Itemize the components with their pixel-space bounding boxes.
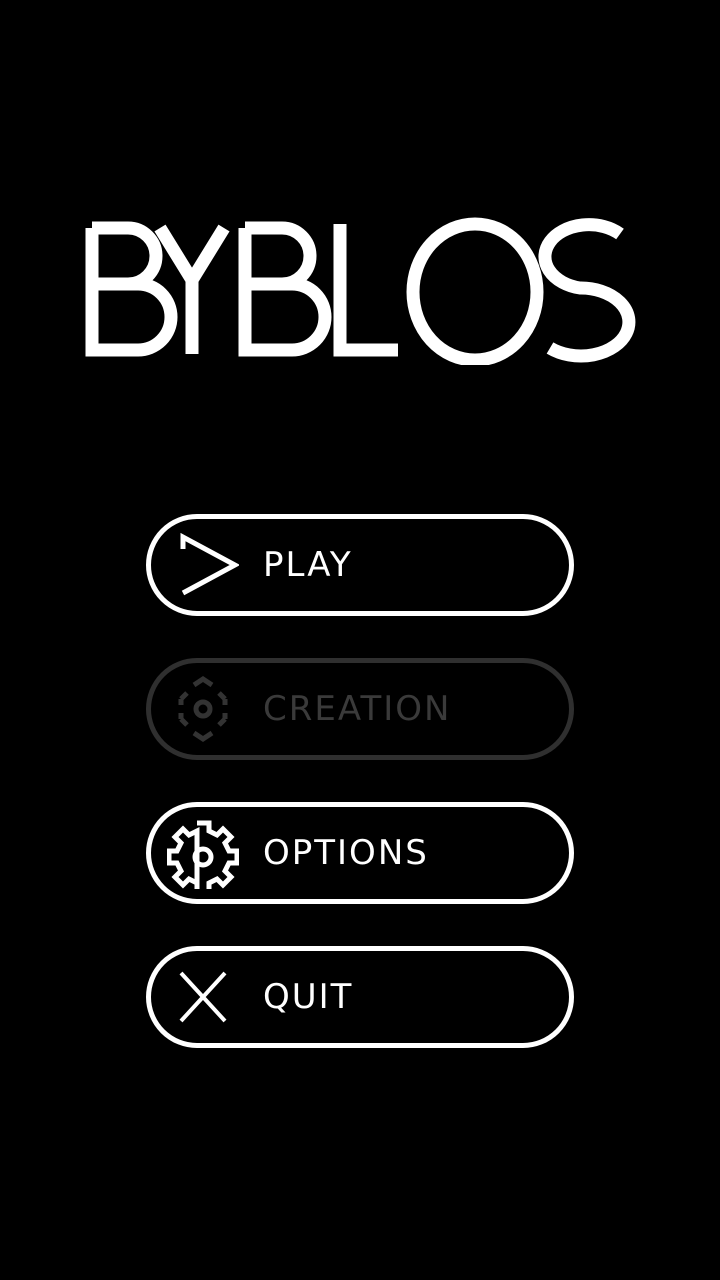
camera-focus-icon [167,673,239,745]
play-button[interactable]: PLAY [146,514,574,616]
options-label: OPTIONS [263,833,429,873]
game-logo: BYBLOS [80,210,640,365]
gear-icon [167,817,239,889]
play-triangle-icon [167,529,239,601]
quit-label: QUIT [263,977,354,1017]
play-label: PLAY [263,545,353,585]
creation-button[interactable]: CREATION [146,658,574,760]
options-button[interactable]: OPTIONS [146,802,574,904]
quit-button[interactable]: QUIT [146,946,574,1048]
creation-label: CREATION [263,689,452,729]
close-x-icon [167,961,239,1033]
